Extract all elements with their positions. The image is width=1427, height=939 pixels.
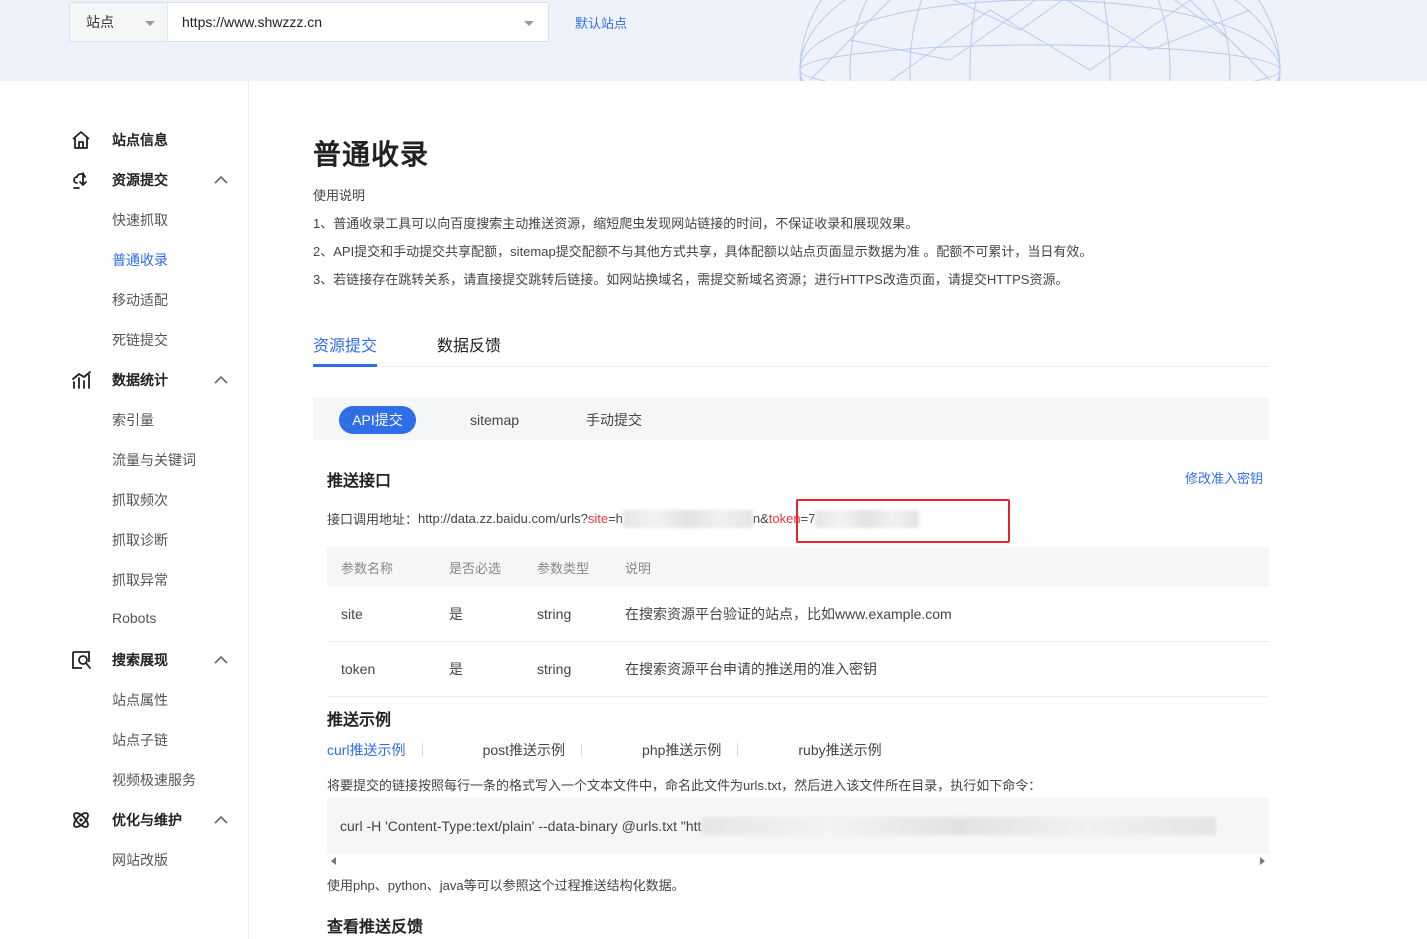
table-cell: 是 [449,606,463,622]
stats-icon [72,371,91,389]
table-cell: string [537,661,572,677]
table-cell: token [341,661,376,677]
tab-ruby-example[interactable]: ruby推送示例 [737,743,897,757]
sidebar-group-resource-submit[interactable]: 资源提交 [0,160,249,200]
api-url-base: http://data.zz.baidu.com/urls? [418,511,588,526]
sidebar-group-data-stats[interactable]: 数据统计 [0,360,249,400]
example-description: 将要提交的链接按照每行一条的格式写入一个文本文件中，命名此文件为urls.txt… [327,778,1042,793]
sidebar-item-dead-link[interactable]: 死链提交 [112,330,168,350]
caret-down-icon [524,21,534,26]
caret-down-icon [145,21,155,26]
sidebar-item-crawl-errors[interactable]: 抓取异常 [112,570,168,590]
push-feedback-title: 查看推送反馈 [327,919,424,936]
site-param-key: site [587,511,609,526]
submit-icon [73,172,87,189]
code-text: curl -H 'Content-Type:text/plain' --data… [340,818,702,834]
chevron-up-icon[interactable] [213,655,229,665]
subtab-sitemap[interactable]: sitemap [470,406,519,434]
sidebar-item-traffic-keywords[interactable]: 流量与关键词 [112,450,196,470]
scroll-right-icon[interactable] [1260,857,1265,865]
main-content: 普通收录 使用说明 1、普通收录工具可以向百度搜索主动推送资源，缩短爬虫发现网站… [249,81,1427,939]
sidebar-item-normal-index[interactable]: 普通收录 [112,250,168,270]
sidebar-item-site-properties[interactable]: 站点属性 [112,690,168,710]
sidebar-group-title: 优化与维护 [112,812,182,828]
redacted-code-url [701,817,1217,835]
sidebar-item-video-service[interactable]: 视频极速服务 [112,770,196,790]
sidebar-group-title: 搜索展现 [112,652,168,668]
sidebar-group-title: 数据统计 [112,372,168,388]
sidebar-item-crawl-frequency[interactable]: 抓取频次 [112,490,168,510]
usage-title: 使用说明 [313,188,366,203]
push-api-title: 推送接口 [327,473,392,490]
push-example-title: 推送示例 [327,712,392,729]
site-param-eq: =h [608,511,623,526]
table-header-cell: 参数类型 [537,560,590,576]
table-row: site 是 string 在搜索资源平台验证的站点，比如www.example… [327,587,1269,642]
table-cell: 在搜索资源平台验证的站点，比如www.example.com [625,606,952,622]
sidebar-item-crawl-diagnosis[interactable]: 抓取诊断 [112,530,168,550]
code-block: curl -H 'Content-Type:text/plain' --data… [327,798,1269,854]
site-type-label: 站点 [86,14,114,30]
sidebar: 站点信息 资源提交 快速抓取 普通收录 移动适配 死链提交 数据统计 索引量 流… [0,81,249,939]
usage-line: 3、若链接存在跳转关系，请直接提交跳转后链接。如网站换域名，需提交新域名资源；进… [313,272,1069,287]
tab-curl-example[interactable]: curl推送示例 [327,743,422,757]
table-row: token 是 string 在搜索资源平台申请的推送用的准入密钥 [327,642,1269,697]
search-display-icon [72,651,91,669]
api-url-label: 接口调用地址： [327,512,419,527]
usage-line: 1、普通收录工具可以向百度搜索主动推送资源，缩短爬虫发现网站链接的时间，不保证收… [313,216,919,231]
active-tab-indicator [313,364,377,367]
site-selector[interactable]: 站点 https://www.shwzzz.cn [69,2,549,42]
main-tabs: 资源提交 数据反馈 [313,329,1269,367]
site-url-value: https://www.shwzzz.cn [182,14,323,30]
redacted-site-value [622,509,753,528]
submit-method-tabs: API提交 sitemap 手动提交 [313,398,1269,440]
example-tabs: curl推送示例 post推送示例 php推送示例 ruby推送示例 [327,740,898,760]
chevron-up-icon[interactable] [213,815,229,825]
optimize-icon [73,812,89,828]
sidebar-item-site-revision[interactable]: 网站改版 [112,850,168,870]
sidebar-item-index-volume[interactable]: 索引量 [112,410,154,430]
sidebar-group-search-display[interactable]: 搜索展现 [0,640,249,680]
top-header: 站点 https://www.shwzzz.cn 默认站点 [0,0,1427,81]
chevron-up-icon[interactable] [213,375,229,385]
table-cell: 是 [449,661,463,677]
site-param-tail: n [752,511,761,526]
table-cell: 在搜索资源平台申请的推送用的准入密钥 [625,661,877,677]
scroll-left-icon[interactable] [331,857,336,865]
globe-graphic [799,0,1281,81]
site-url-dropdown[interactable]: https://www.shwzzz.cn [168,3,548,41]
table-header-row: 参数名称 是否必选 参数类型 说明 [327,547,1269,587]
tab-post-example[interactable]: post推送示例 [421,743,581,757]
tab-php-example[interactable]: php推送示例 [581,743,737,757]
table-header-cell: 参数名称 [341,560,394,576]
home-icon [72,131,90,149]
site-type-dropdown[interactable]: 站点 [70,3,168,41]
horizontal-scrollbar[interactable] [327,854,1269,868]
sidebar-item-mobile-adapt[interactable]: 移动适配 [112,290,168,310]
modify-key-link[interactable]: 修改准入密钥 [1185,468,1263,487]
token-highlight-box [796,499,1010,543]
sidebar-item-site-sublinks[interactable]: 站点子链 [112,730,168,750]
subtab-manual[interactable]: 手动提交 [586,406,642,434]
table-cell: site [341,606,363,622]
table-header-cell: 是否必选 [449,560,502,576]
default-site-link[interactable]: 默认站点 [575,13,627,32]
tab-data-feedback[interactable]: 数据反馈 [437,332,501,356]
tab-resource-submit[interactable]: 资源提交 [313,332,377,356]
sidebar-group-site-info[interactable]: 站点信息 [0,120,249,160]
param-table: 参数名称 是否必选 参数类型 说明 site 是 string 在搜索资源平台验… [327,547,1269,697]
chevron-up-icon[interactable] [213,175,229,185]
table-cell: string [537,606,572,622]
page-title: 普通收录 [313,139,430,170]
sidebar-item-fast-crawl[interactable]: 快速抓取 [112,210,168,230]
subtab-api[interactable]: API提交 [339,406,416,434]
amp-separator: & [760,511,769,526]
sidebar-group-title: 资源提交 [112,172,168,188]
example-note: 使用php、python、java等可以参照这个过程推送结构化数据。 [327,878,685,893]
sidebar-item-robots[interactable]: Robots [112,610,156,626]
usage-line: 2、API提交和手动提交共享配额，sitemap提交配额不与其他方式共享，具体配… [313,244,1093,259]
sidebar-group-optimize[interactable]: 优化与维护 [0,800,249,840]
sidebar-group-title: 站点信息 [112,132,168,148]
table-header-cell: 说明 [625,560,652,576]
